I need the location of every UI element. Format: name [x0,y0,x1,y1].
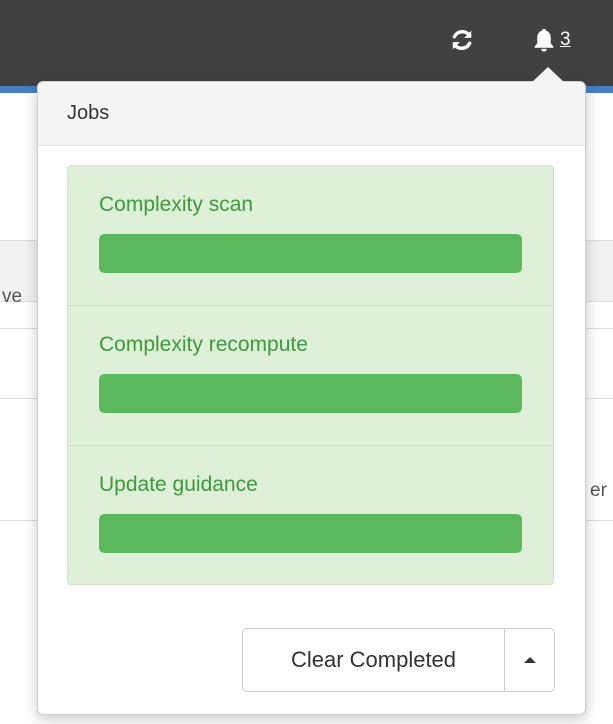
bell-icon [534,28,554,52]
job-name: Complexity recompute [99,333,308,356]
job-progress-fill [99,374,522,413]
job-name: Complexity scan [99,193,254,216]
clear-completed-button[interactable]: Clear Completed [242,628,505,692]
popover-arrow [531,67,565,83]
job-item: Update guidance [68,446,553,586]
clear-button-group: Clear Completed [242,628,555,692]
job-item: Complexity scan [68,166,553,306]
background-text-fragment: er [590,480,607,501]
refresh-icon [452,29,472,51]
notification-count: 3 [560,29,571,50]
dropdown-toggle-button[interactable] [505,628,555,692]
popover-title: Jobs [38,82,585,146]
top-navbar: 3 [0,0,613,86]
job-progress-fill [99,514,522,553]
jobs-popover: Jobs Complexity scan Complexity recomput… [37,67,586,715]
job-progress-bar [99,514,522,553]
job-progress-bar [99,374,522,413]
background-text-fragment: ve [2,286,23,307]
job-list: Complexity scan Complexity recompute Upd… [67,165,554,585]
job-progress-fill [99,234,522,273]
caret-up-icon [523,657,536,663]
refresh-button[interactable] [446,24,478,56]
notifications-button[interactable]: 3 [530,24,571,56]
job-item: Complexity recompute [68,306,553,446]
job-progress-bar [99,234,522,273]
job-name: Update guidance [99,473,258,496]
